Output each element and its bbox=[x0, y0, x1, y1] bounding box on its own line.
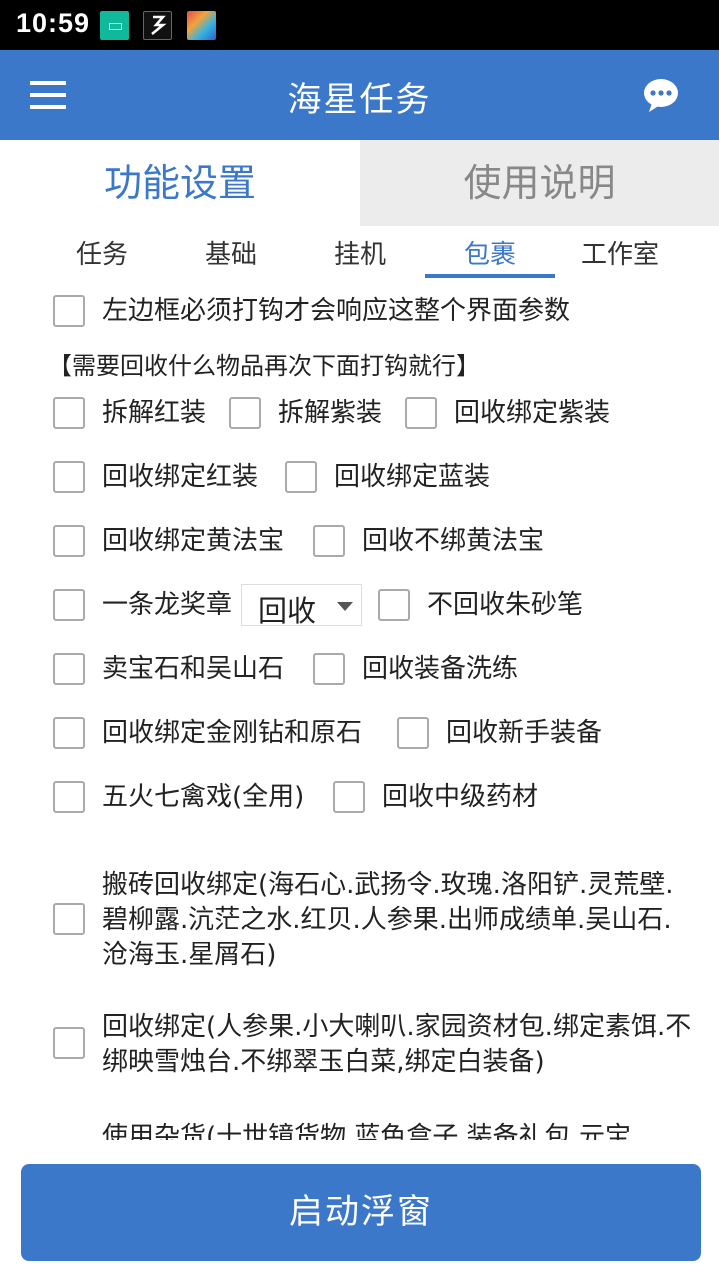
checkbox-dismantle-red[interactable] bbox=[53, 397, 85, 429]
notification-app-icon bbox=[100, 11, 129, 40]
sub-tabs: 任务 基础 挂机 包裹 工作室 bbox=[0, 226, 719, 284]
checkbox-recycle-bound-misc[interactable] bbox=[53, 1027, 85, 1059]
tab-feature-settings[interactable]: 功能设置 bbox=[0, 140, 360, 226]
notification-app-icon-3 bbox=[187, 11, 216, 40]
chat-bubble-icon[interactable] bbox=[641, 75, 681, 115]
checkbox-brick-recycle-bound[interactable] bbox=[53, 903, 85, 935]
label-recycle-newbie-gear: 回收新手装备 bbox=[446, 718, 603, 748]
subtab-task[interactable]: 任务 bbox=[37, 234, 167, 278]
active-tab-indicator bbox=[425, 274, 555, 278]
label-dragon-medal: 一条龙奖章 bbox=[102, 590, 233, 620]
checkbox-no-recycle-cinnabar-pen[interactable] bbox=[378, 589, 410, 621]
label-dismantle-purple: 拆解紫装 bbox=[278, 398, 383, 428]
checkbox-recycle-diamond-ore[interactable] bbox=[53, 717, 85, 749]
subtab-studio[interactable]: 工作室 bbox=[555, 234, 685, 278]
status-time: 10:59 bbox=[16, 8, 91, 38]
checkbox-recycle-bound-blue[interactable] bbox=[285, 461, 317, 493]
checkbox-recycle-newbie-gear[interactable] bbox=[397, 717, 429, 749]
checkbox-recycle-refine[interactable] bbox=[313, 653, 345, 685]
label-recycle-unbound-yellow-treasure: 回收不绑黄法宝 bbox=[362, 526, 545, 556]
checkbox-recycle-mid-herbs[interactable] bbox=[333, 781, 365, 813]
hint-text: 【需要回收什么物品再次下面打钩就行】 bbox=[48, 352, 480, 380]
master-toggle-checkbox[interactable] bbox=[53, 295, 85, 327]
subtab-idle[interactable]: 挂机 bbox=[295, 234, 425, 278]
app-title: 海星任务 bbox=[287, 80, 432, 120]
label-use-sundries: 使用杂货(十世镜货物.蓝色盒子.装备礼包.元宝 bbox=[102, 1122, 631, 1140]
checkbox-recycle-bound-red[interactable] bbox=[53, 461, 85, 493]
medal-action-value: 回收 bbox=[258, 594, 317, 628]
package-settings-panel: 左边框必须打钩才会响应这整个界面参数 【需要回收什么物品再次下面打钩就行】 拆解… bbox=[0, 284, 719, 1140]
top-tabs: 功能设置 使用说明 bbox=[0, 140, 719, 226]
notification-app-icon-2 bbox=[143, 11, 172, 40]
medal-action-select[interactable]: 回收 bbox=[241, 584, 362, 628]
label-sell-gems: 卖宝石和吴山石 bbox=[102, 654, 285, 684]
label-brick-recycle-bound: 搬砖回收绑定(海石心.武扬令.玫瑰.洛阳铲.灵荒壁.碧柳露.沆茫之水.红贝.人参… bbox=[102, 870, 674, 970]
checkbox-sell-gems[interactable] bbox=[53, 653, 85, 685]
label-recycle-refine: 回收装备洗练 bbox=[362, 654, 519, 684]
checkbox-recycle-bound-yellow-treasure[interactable] bbox=[53, 525, 85, 557]
chevron-down-icon bbox=[337, 602, 353, 611]
label-dismantle-red: 拆解红装 bbox=[102, 398, 207, 428]
label-recycle-mid-herbs: 回收中级药材 bbox=[382, 782, 539, 812]
label-recycle-bound-misc: 回收绑定(人参果.小大喇叭.家园资材包.绑定素饵.不绑映雪烛台.不绑翠玉白菜,绑… bbox=[102, 1012, 692, 1077]
checkbox-recycle-bound-purple[interactable] bbox=[405, 397, 437, 429]
label-no-recycle-cinnabar-pen: 不回收朱砂笔 bbox=[427, 590, 584, 620]
subtab-basic[interactable]: 基础 bbox=[166, 234, 296, 278]
checkbox-five-fire[interactable] bbox=[53, 781, 85, 813]
label-recycle-diamond-ore: 回收绑定金刚钻和原石 bbox=[102, 718, 363, 748]
master-toggle-label: 左边框必须打钩才会响应这整个界面参数 bbox=[102, 296, 571, 326]
label-recycle-bound-purple: 回收绑定紫装 bbox=[454, 398, 611, 428]
label-recycle-bound-blue: 回收绑定蓝装 bbox=[334, 462, 491, 492]
label-recycle-bound-red: 回收绑定红装 bbox=[102, 462, 259, 492]
checkbox-recycle-unbound-yellow-treasure[interactable] bbox=[313, 525, 345, 557]
status-bar: 10:59 bbox=[0, 0, 719, 50]
subtab-package[interactable]: 包裹 bbox=[425, 234, 555, 278]
label-five-fire: 五火七禽戏(全用) bbox=[102, 782, 305, 812]
checkbox-dismantle-purple[interactable] bbox=[229, 397, 261, 429]
label-recycle-bound-yellow-treasure: 回收绑定黄法宝 bbox=[102, 526, 285, 556]
checkbox-dragon-medal[interactable] bbox=[53, 589, 85, 621]
tab-usage-guide[interactable]: 使用说明 bbox=[360, 140, 719, 226]
app-bar: 海星任务 bbox=[0, 50, 719, 140]
launch-floating-window-button[interactable]: 启动浮窗 bbox=[21, 1164, 701, 1261]
